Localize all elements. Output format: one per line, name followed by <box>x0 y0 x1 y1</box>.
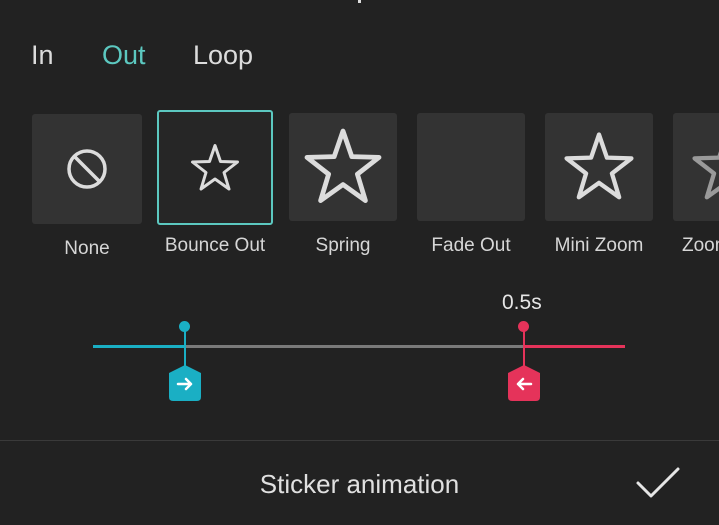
tab-in[interactable]: In <box>31 40 54 71</box>
preset-label: Fade Out <box>431 235 511 256</box>
preset-label: Zoom <box>682 235 719 256</box>
preset-label: None <box>64 238 110 259</box>
star-icon <box>564 132 634 200</box>
preset-thumbnail <box>289 113 397 221</box>
in-marker-stem <box>184 329 186 367</box>
panel-title: Sticker animation <box>259 469 460 499</box>
star-icon <box>191 143 239 190</box>
preset-thumbnail <box>157 110 273 225</box>
preset-label: Bounce Out <box>164 235 266 256</box>
preset-thumbnail <box>417 113 525 221</box>
preset-label: Spring <box>315 235 371 256</box>
duration-label: 0.5s <box>502 291 542 314</box>
in-handle[interactable] <box>169 365 201 401</box>
star-icon <box>692 151 719 200</box>
arrow-left-icon <box>508 365 540 401</box>
no-entry-icon <box>67 149 107 189</box>
out-handle[interactable] <box>508 365 540 401</box>
preset-thumbnail <box>32 114 142 224</box>
out-track-segment <box>524 345 625 348</box>
timeline-track[interactable] <box>185 345 524 348</box>
tab-out[interactable]: Out <box>102 40 146 71</box>
preset-thumbnail <box>673 113 719 221</box>
arrow-right-icon <box>169 365 201 401</box>
preset-label: Mini Zoom <box>554 235 644 256</box>
checkmark-icon <box>636 467 680 498</box>
tab-loop[interactable]: Loop <box>193 40 253 71</box>
animation-preset-list: None Bounce Out Spring Fade Out Mini Zoo <box>0 108 719 268</box>
confirm-button[interactable] <box>632 463 684 503</box>
preset-thumbnail <box>545 113 653 221</box>
star-icon <box>304 128 382 204</box>
animation-type-tabs: In Out Loop <box>0 0 719 110</box>
in-track-segment <box>93 345 185 348</box>
animation-timeline: 0.5s <box>0 285 719 415</box>
bottom-bar: Sticker animation <box>0 441 719 525</box>
out-marker-stem <box>523 329 525 367</box>
